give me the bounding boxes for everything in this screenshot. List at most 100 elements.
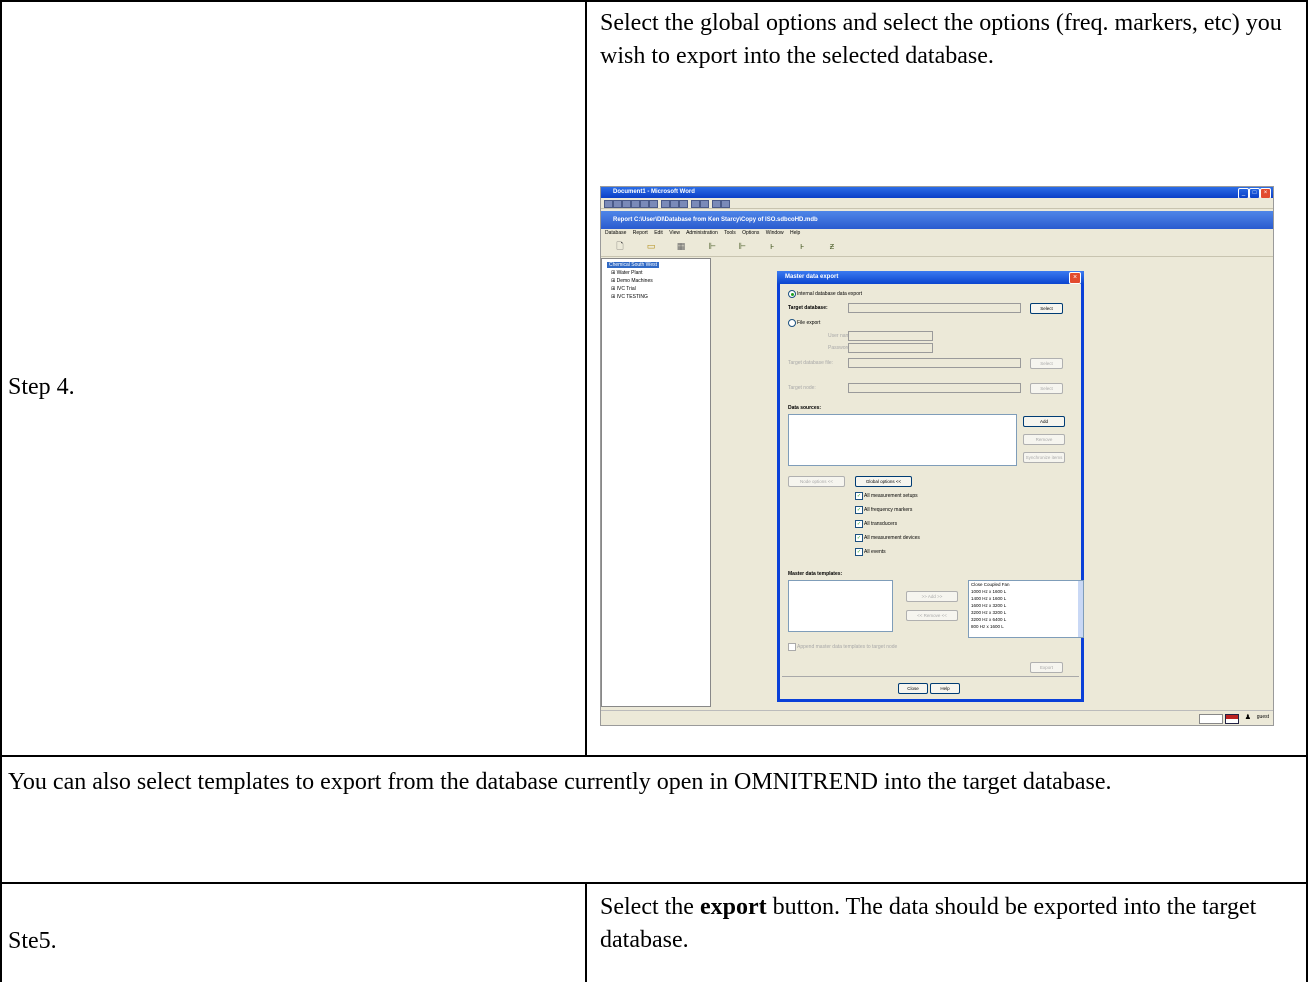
select-file-button[interactable]: Select [1030, 358, 1063, 369]
password-field[interactable] [848, 343, 933, 353]
templates-note: You can also select templates to export … [8, 769, 1112, 795]
tree-edit-icon[interactable]: ⱶ [797, 241, 807, 252]
file-export-radio[interactable] [788, 319, 796, 327]
menu-options[interactable]: Options [742, 230, 759, 236]
list-scrollbar[interactable] [1078, 581, 1083, 637]
grid-icon[interactable]: ▦ [676, 241, 686, 252]
word-title-bar: Document1 - Microsoft Word [601, 187, 1273, 198]
menu-help[interactable]: Help [790, 230, 800, 236]
dialog-title: Master data export [777, 271, 1084, 284]
new-page-icon[interactable]: 🗋 [615, 241, 625, 252]
check-frequency-markers[interactable]: ✓ [855, 506, 863, 514]
append-templates-label: Append master data templates to target n… [797, 644, 898, 650]
tree-add-icon[interactable]: ⊩ [737, 241, 747, 252]
menu-bar: Database Report Edit View Administration… [601, 229, 1273, 238]
tree-item-demo[interactable]: ⊞ Demo Machines [611, 278, 653, 284]
table-border-top [0, 0, 1308, 2]
check-measurement-devices-label: All measurement devices [864, 535, 920, 541]
menu-edit[interactable]: Edit [654, 230, 663, 236]
menu-window[interactable]: Window [766, 230, 784, 236]
menu-administration[interactable]: Administration [686, 230, 718, 236]
menu-report[interactable]: Report [633, 230, 648, 236]
tree-item-chemical[interactable]: Chemical South West [607, 262, 659, 268]
add-button[interactable]: Add [1023, 416, 1065, 427]
available-templates-list[interactable]: Close Coupled Fan 1000 Hz x 1600 L 1400 … [968, 580, 1084, 638]
app-toolbar: 🗋 ▭ ▦ ⊩ ⊩ ⱶ ⱶ ƶ [601, 238, 1273, 257]
export-button[interactable]: Export [1030, 662, 1063, 673]
omnitrend-screenshot: Document1 - Microsoft Word _ □ × Report … [600, 186, 1274, 726]
status-bar: ♟ guest [601, 710, 1273, 725]
synchronize-button[interactable]: Synchronize items [1023, 452, 1065, 463]
save-icon[interactable] [622, 200, 631, 208]
redo-icon[interactable] [700, 200, 709, 208]
data-sources-list[interactable] [788, 414, 1017, 466]
tree-item-water[interactable]: ⊞ Water Plant [611, 270, 643, 276]
file-export-label: File export [797, 320, 821, 326]
check-transducers-label: All transducers [864, 521, 898, 527]
cut-icon[interactable] [661, 200, 670, 208]
tree-item-ivc-trial[interactable]: ⊞ IVC Trial [611, 286, 636, 292]
user-icon: ♟ [1244, 714, 1251, 721]
template-item[interactable]: 3200 Hz x 6400 L [971, 617, 1006, 622]
check-events-label: All events [864, 549, 886, 555]
master-templates-label: Master data templates: [788, 571, 843, 577]
template-item[interactable]: 1000 Hz x 1600 L [971, 589, 1006, 594]
refresh-icon[interactable]: ƶ [827, 241, 837, 252]
tree-item-ivc-testing[interactable]: ⊞ IVC TESTING [611, 294, 648, 300]
target-node-field[interactable] [848, 383, 1021, 393]
add-template-button[interactable]: >> Add >> [906, 591, 958, 602]
menu-tools[interactable]: Tools [724, 230, 736, 236]
tree-node-icon[interactable]: ⊩ [707, 241, 717, 252]
check-frequency-markers-label: All frequency markers [864, 507, 913, 513]
new-doc-icon[interactable] [604, 200, 613, 208]
table-row-divider-2 [0, 882, 1308, 884]
table-icon[interactable] [712, 200, 721, 208]
select-target-button[interactable]: Select [1030, 303, 1063, 314]
node-options-button[interactable]: Node options << [788, 476, 845, 487]
target-db-file-label: Target database file: [788, 360, 834, 366]
table-row-divider-1 [0, 755, 1308, 757]
menu-view[interactable]: View [669, 230, 680, 236]
append-templates-checkbox[interactable] [788, 643, 796, 651]
data-sources-label: Data sources: [788, 405, 822, 411]
global-options-button[interactable]: Global options << [855, 476, 912, 487]
check-measurement-devices[interactable]: ✓ [855, 534, 863, 542]
paste-icon[interactable] [679, 200, 688, 208]
word-toolbar [601, 198, 1273, 209]
open-icon[interactable] [613, 200, 622, 208]
copy-icon[interactable] [670, 200, 679, 208]
select-node-button[interactable]: Select [1030, 383, 1063, 394]
target-database-field[interactable] [848, 303, 1021, 313]
export-keyword: export [699, 894, 767, 920]
dialog-close-icon[interactable]: × [1069, 272, 1081, 284]
remove-button[interactable]: Remove [1023, 434, 1065, 445]
document-page: Step 4. Select the global options and se… [0, 0, 1308, 982]
undo-icon[interactable] [691, 200, 700, 208]
step4-label: Step 4. [8, 374, 75, 400]
template-item[interactable]: Close Coupled Fan [971, 582, 1010, 587]
check-measurement-setups[interactable]: ✓ [855, 492, 863, 500]
tree-user-icon[interactable]: ⱶ [767, 241, 777, 252]
check-transducers[interactable]: ✓ [855, 520, 863, 528]
spell-icon[interactable] [649, 200, 658, 208]
preview-icon[interactable] [640, 200, 649, 208]
dialog-separator [782, 676, 1079, 677]
check-events[interactable]: ✓ [855, 548, 863, 556]
selected-templates-list[interactable] [788, 580, 893, 632]
template-item[interactable]: 3200 Hz x 3200 L [971, 610, 1006, 615]
menu-database[interactable]: Database [605, 230, 626, 236]
columns-icon[interactable] [721, 200, 730, 208]
internal-export-radio[interactable] [788, 290, 796, 298]
user-name-field[interactable] [848, 331, 933, 341]
target-db-file-field[interactable] [848, 358, 1021, 368]
template-item[interactable]: 1400 Hz x 1600 L [971, 596, 1006, 601]
template-item[interactable]: 1600 Hz x 3200 L [971, 603, 1006, 608]
table-border-left [0, 0, 2, 982]
help-button[interactable]: Help [930, 683, 960, 694]
remove-template-button[interactable]: << Remove << [906, 610, 958, 621]
folder-icon[interactable]: ▭ [646, 241, 656, 252]
table-divider-row3 [585, 883, 587, 982]
template-item[interactable]: 800 Hz x 1600 L [971, 624, 1004, 629]
close-button[interactable]: Close [898, 683, 928, 694]
print-icon[interactable] [631, 200, 640, 208]
